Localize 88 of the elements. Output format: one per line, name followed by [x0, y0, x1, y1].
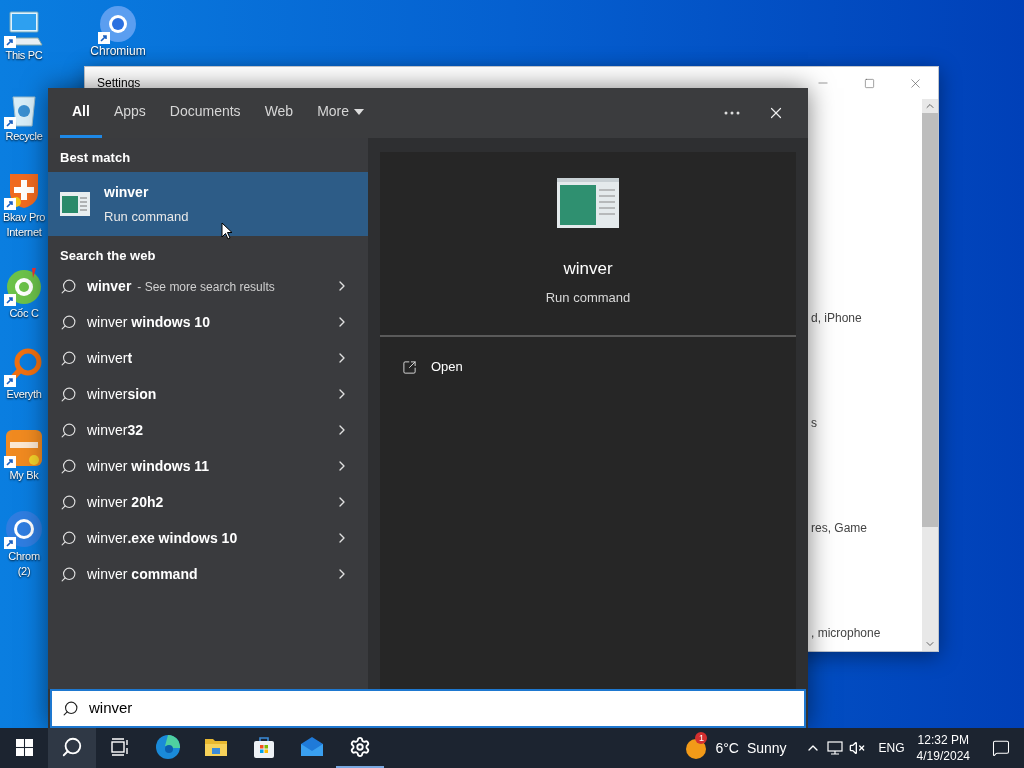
- gear-icon: [349, 736, 371, 758]
- app-tile-icon: [4, 428, 44, 468]
- settings-text: d, iPhone: [811, 310, 862, 327]
- icon-label: Everyth: [6, 387, 42, 402]
- browser-icon: [98, 4, 138, 44]
- browser-icon: [155, 734, 181, 760]
- more-icon: [724, 111, 740, 115]
- task-view-icon: [110, 737, 130, 757]
- icon-label: This PC: [5, 48, 43, 63]
- settings-text: , microphone: [811, 625, 881, 642]
- taskbar-button[interactable]: [48, 728, 96, 768]
- search-icon: [61, 736, 83, 758]
- shortcut-arrow-icon: [4, 456, 16, 468]
- web-suggestion[interactable]: winver windows 11: [48, 448, 368, 484]
- suggestion-text: winvert: [87, 348, 133, 368]
- filter-tab[interactable]: More: [305, 88, 377, 138]
- sun-icon: [685, 737, 708, 759]
- web-suggestion[interactable]: winver command: [48, 556, 368, 592]
- mouse-cursor-icon: [221, 222, 233, 240]
- search-icon: [60, 385, 77, 403]
- filter-tab[interactable]: Web: [252, 88, 306, 138]
- app-window-icon: [60, 192, 90, 216]
- scrollbar-thumb[interactable]: [922, 113, 938, 527]
- preview-subtitle: Run command: [545, 288, 631, 307]
- suggestion-text: winver 20h2: [87, 492, 164, 512]
- clock[interactable]: 12:32 PM 4/19/2024: [908, 728, 978, 768]
- muted-speaker-icon[interactable]: [848, 740, 865, 756]
- web-suggestion[interactable]: winversion: [48, 376, 368, 412]
- shortcut-arrow-icon: [4, 294, 16, 306]
- search-icon: [60, 493, 77, 511]
- shortcut-arrow-icon: [4, 375, 16, 387]
- suggestion-text: winver32: [87, 420, 144, 440]
- search-icon: [60, 277, 77, 295]
- shortcut-arrow-icon: [4, 537, 16, 549]
- search-icon: [60, 313, 77, 331]
- web-suggestion[interactable]: winver.exe windows 10: [48, 520, 368, 556]
- weather-widget[interactable]: 1 6°C Sunny: [677, 728, 795, 768]
- shopping-bag-icon: [251, 734, 277, 760]
- icon-label: Internet: [6, 225, 42, 240]
- search-icon: [60, 529, 77, 547]
- open-icon: [402, 359, 417, 375]
- suggestion-text: winver windows 11: [87, 456, 210, 476]
- web-suggestion[interactable]: winver32: [48, 412, 368, 448]
- web-suggestion[interactable]: winver 20h2: [48, 484, 368, 520]
- search-icon: [62, 700, 79, 717]
- icon-label: Bkav Pro: [2, 210, 46, 225]
- shortcut-arrow-icon: [4, 198, 16, 210]
- suggestion-text: winver command: [87, 564, 198, 584]
- icon-label: Cốc C: [9, 306, 39, 321]
- web-suggestion[interactable]: winver windows 10: [48, 304, 368, 340]
- section-heading: Search the web: [59, 247, 157, 266]
- web-suggestion[interactable]: winvert: [48, 340, 368, 376]
- suggestion-text: winver: [87, 276, 132, 296]
- maximize-icon: [863, 77, 875, 89]
- icon-label: My Bk: [9, 468, 39, 483]
- result-subtitle: Run command: [104, 207, 189, 226]
- settings-text: s: [811, 415, 817, 432]
- notifications-icon: [992, 739, 1010, 757]
- browser-icon: [4, 509, 44, 549]
- icon-label: Recycle: [5, 129, 43, 144]
- icon-label: (2): [17, 564, 31, 579]
- section-heading: Best match: [59, 149, 132, 167]
- suggestion-text: winver windows 10: [87, 312, 210, 332]
- search-field[interactable]: winver: [50, 689, 806, 728]
- settings-text: res, Game: [811, 520, 867, 537]
- open-action[interactable]: Open: [402, 355, 463, 379]
- shortcut-arrow-icon: [4, 36, 16, 48]
- windows-logo-icon: [15, 738, 33, 756]
- language-indicator[interactable]: ENG: [874, 728, 909, 768]
- shortcut-arrow-icon: [98, 32, 110, 44]
- preview-title: winver: [563, 258, 613, 280]
- app-window-icon: [557, 178, 619, 228]
- notification-badge: 1: [695, 732, 708, 744]
- suggestion-note: - See more search results: [137, 278, 275, 296]
- search-icon: [60, 421, 77, 439]
- network-icon[interactable]: [826, 740, 843, 756]
- icon-label: Chrom: [8, 549, 40, 564]
- browser-icon: [4, 266, 44, 306]
- search-icon: [60, 457, 77, 475]
- suggestion-text: winver.exe windows 10: [87, 528, 238, 548]
- shortcut-arrow-icon: [4, 117, 16, 129]
- icon-label: Chromium: [90, 44, 146, 59]
- filter-tab[interactable]: Documents: [157, 88, 253, 138]
- result-title: winver: [104, 182, 150, 202]
- web-suggestion[interactable]: winver - See more search results: [48, 268, 368, 304]
- suggestion-text: winversion: [87, 384, 157, 404]
- search-icon: [60, 565, 77, 583]
- search-icon: [60, 349, 77, 367]
